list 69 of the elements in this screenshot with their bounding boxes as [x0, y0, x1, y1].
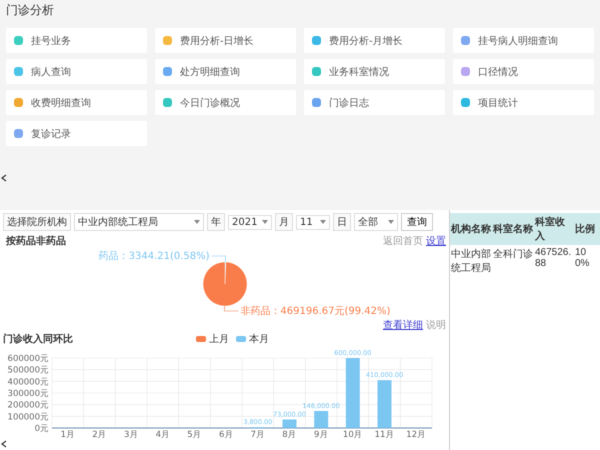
bar: [378, 380, 392, 428]
link[interactable]: 查看详细: [383, 318, 423, 332]
axis-tick-label: 11月: [374, 430, 394, 438]
axis-tick-label: 400000元: [8, 377, 49, 388]
filter-label: 年: [207, 213, 225, 231]
table-cell: 全科门诊: [492, 245, 534, 277]
menu-tile[interactable]: 挂号病人明细查询: [453, 28, 594, 53]
axis-tick-label: 200000元: [8, 400, 49, 411]
axis-tick-label: 9月: [314, 430, 328, 438]
menu-tile[interactable]: 收费明细查询: [6, 90, 147, 115]
axis-tick-label: 100000元: [8, 412, 49, 422]
table-cell: 467526.88: [534, 245, 574, 277]
menu-tile[interactable]: 费用分析-日增长: [155, 28, 296, 53]
dropdown[interactable]: 11: [296, 214, 330, 230]
axis-tick-label: 10月: [342, 430, 363, 438]
caret-icon: [194, 220, 200, 224]
dropdown[interactable]: 全部: [354, 213, 398, 231]
caret-icon: [388, 220, 394, 224]
query-button[interactable]: 查询: [401, 213, 433, 231]
axis-tick-label: 600000元: [8, 354, 49, 364]
leader-line: [211, 256, 226, 262]
axis-tick-label: 5月: [187, 430, 202, 438]
dropdown[interactable]: 中业内部统工程局: [74, 213, 204, 231]
menu-tile[interactable]: 费用分析-月增长: [304, 28, 445, 53]
bar: [282, 419, 296, 428]
menu-tile[interactable]: 挂号业务: [6, 28, 147, 53]
menu-tile[interactable]: 业务科室情况: [304, 59, 445, 84]
axis-tick-label: 6月: [218, 430, 234, 438]
filter-label: 月: [275, 213, 293, 231]
caret-icon: [262, 220, 268, 224]
axis-tick-label: 2月: [92, 430, 107, 438]
slice-label: 非药品：469196.67元(99.42%): [240, 306, 390, 317]
axis-tick-label: 1月: [60, 430, 76, 438]
chart-title: 按药品非药品: [4, 234, 67, 248]
menu-tile[interactable]: 口径情况: [453, 59, 594, 84]
slice-label: 药品：3344.21(0.58%): [98, 251, 210, 262]
column-header: 机构名称: [450, 213, 492, 245]
legend-label: 上月: [209, 332, 229, 346]
axis-tick-label: 300000元: [8, 389, 49, 399]
page-title: 门诊分析: [5, 2, 55, 19]
link[interactable]: 设置: [426, 234, 446, 248]
column-header: 比例: [574, 213, 600, 245]
menu-tile[interactable]: 项目统计: [453, 90, 594, 115]
filter-label: 选择院所机构: [3, 213, 71, 231]
axis-tick-label: 7月: [250, 430, 266, 438]
column-header: 科室收入: [534, 213, 574, 245]
bar: [346, 358, 360, 428]
menu-tile[interactable]: 病人查询: [6, 59, 147, 84]
menu-tile[interactable]: 复诊记录: [6, 121, 147, 146]
filter-label: 日: [333, 213, 351, 231]
column-header: 科室名称: [492, 213, 534, 245]
caret-icon: [320, 220, 326, 224]
legend-label: 本月: [249, 332, 269, 346]
table-cell: 100%: [574, 245, 600, 277]
chart-title: 门诊收入同环比: [2, 332, 74, 346]
menu-tile[interactable]: 门诊日志: [304, 90, 445, 115]
menu-tile[interactable]: 今日门诊概况: [155, 90, 296, 115]
axis-tick-label: 500000元: [8, 366, 49, 376]
bar: [314, 410, 328, 428]
axis-tick-label: 0元: [34, 424, 49, 434]
table-cell: 中业内部统工程局: [450, 245, 492, 277]
pie-slice: [202, 262, 248, 306]
dropdown[interactable]: 2021: [228, 214, 272, 230]
axis-tick-label: 12月: [406, 430, 426, 438]
axis-tick-label: 4月: [156, 430, 170, 438]
leader-line: [224, 306, 239, 312]
axis-tick-label: 8月: [282, 430, 297, 438]
menu-tile[interactable]: 处方明细查询: [155, 59, 296, 84]
axis-tick-label: 3月: [124, 430, 138, 438]
